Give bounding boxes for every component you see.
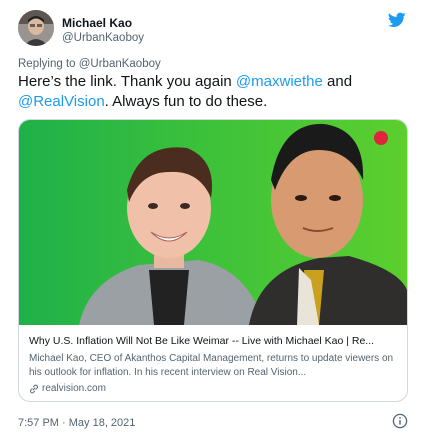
author-names[interactable]: Michael Kao @UrbanKaoboy (62, 16, 144, 46)
link-card[interactable]: Why U.S. Inflation Will Not Be Like Weim… (18, 119, 408, 402)
tweet-text-part: and (322, 73, 353, 90)
tweet: Michael Kao @UrbanKaoboy Replying to @Ur… (0, 0, 424, 442)
tweet-header: Michael Kao @UrbanKaoboy (18, 10, 410, 50)
tweet-text: Here’s the link. Thank you again @maxwie… (18, 72, 410, 112)
replying-to: Replying to @UrbanKaoboy (18, 58, 161, 70)
avatar[interactable] (18, 10, 54, 46)
mention-maxwiethe[interactable]: @maxwiethe (236, 73, 323, 90)
tweet-text-part: Here’s the link. Thank you again (18, 73, 236, 90)
replying-to-mention[interactable]: @UrbanKaoboy (79, 58, 161, 70)
card-title[interactable]: Why U.S. Inflation Will Not Be Like Weim… (29, 334, 399, 348)
author-handle[interactable]: @UrbanKaoboy (62, 31, 144, 46)
tweet-footer: 7:57 PM · May 18, 2021 (18, 413, 410, 429)
info-icon[interactable] (392, 413, 408, 429)
card-domain[interactable]: realvision.com (29, 382, 399, 395)
card-domain-text: realvision.com (42, 383, 106, 394)
link-icon (30, 384, 38, 393)
card-body[interactable]: Why U.S. Inflation Will Not Be Like Weim… (29, 334, 399, 395)
author-display-name[interactable]: Michael Kao (62, 16, 144, 31)
tweet-text-part: . Always fun to do these. (104, 93, 268, 110)
card-description: Michael Kao, CEO of Akanthos Capital Man… (29, 353, 394, 378)
card-image[interactable] (19, 120, 407, 325)
replying-to-label: Replying to (18, 58, 76, 70)
twitter-bird-icon[interactable] (387, 12, 406, 28)
tweet-timestamp[interactable]: 7:57 PM · May 18, 2021 (18, 417, 135, 429)
mention-realvision[interactable]: @RealVision (18, 93, 105, 110)
